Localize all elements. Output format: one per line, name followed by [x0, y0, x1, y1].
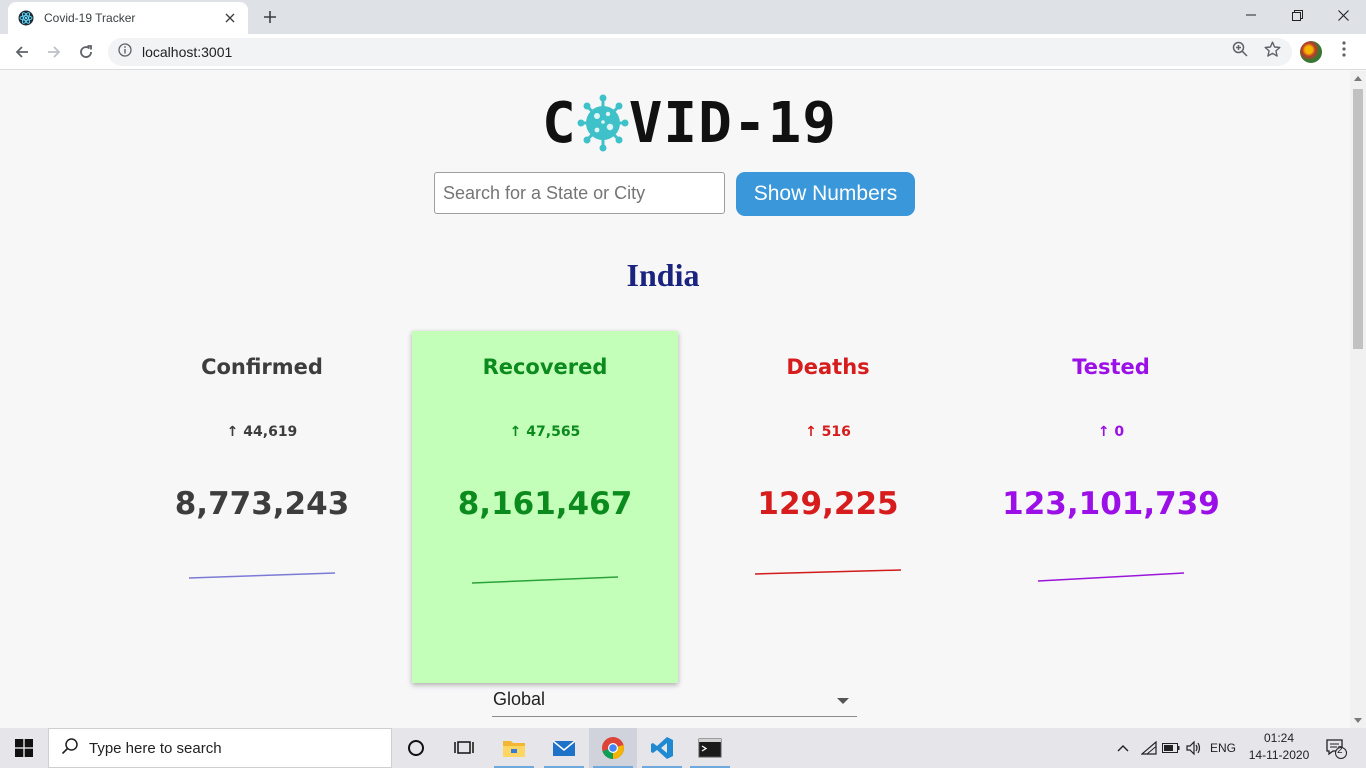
- stat-label: Recovered: [482, 355, 608, 379]
- reload-icon[interactable]: [72, 38, 100, 66]
- stat-label: Confirmed: [201, 355, 323, 379]
- taskbar-search[interactable]: Type here to search: [48, 728, 392, 768]
- vscode-icon[interactable]: [638, 728, 686, 768]
- tab-strip: Covid-19 Tracker: [0, 0, 1366, 34]
- restore-button[interactable]: [1274, 0, 1320, 30]
- stat-total: 123,101,739: [1002, 486, 1220, 522]
- trend-sparkline: [1037, 572, 1185, 582]
- language-indicator[interactable]: ENG: [1207, 728, 1239, 768]
- region-select[interactable]: Global: [492, 683, 857, 717]
- page-scrollbar[interactable]: [1350, 71, 1366, 728]
- stat-total: 129,225: [757, 486, 899, 522]
- back-icon[interactable]: [8, 38, 36, 66]
- forward-icon[interactable]: [40, 38, 68, 66]
- virus-icon: [577, 94, 629, 152]
- task-view-icon[interactable]: [440, 728, 488, 768]
- logo-text-left: C: [542, 90, 577, 156]
- region-select-value: Global: [493, 689, 546, 709]
- zoom-icon[interactable]: [1231, 40, 1249, 58]
- browser-tab[interactable]: Covid-19 Tracker: [8, 2, 248, 34]
- stat-card-recovered[interactable]: Recovered ↑ 47,565 8,161,467: [412, 331, 678, 683]
- profile-avatar[interactable]: [1300, 41, 1322, 63]
- trend-sparkline: [188, 572, 336, 579]
- stat-delta: ↑ 0: [1097, 424, 1125, 440]
- scrollbar-thumb[interactable]: [1353, 89, 1363, 349]
- menu-kebab-icon[interactable]: [1335, 40, 1353, 58]
- stat-total: 8,773,243: [174, 486, 350, 522]
- stat-delta: ↑ 47,565: [509, 424, 581, 440]
- address-bar[interactable]: localhost:3001: [108, 38, 1292, 66]
- taskbar-search-placeholder: Type here to search: [89, 739, 222, 757]
- terminal-icon[interactable]: [686, 728, 734, 768]
- search-icon: [61, 737, 79, 760]
- stat-delta: ↑ 516: [805, 424, 851, 440]
- notification-count: 2: [1337, 745, 1343, 756]
- cortana-icon[interactable]: [392, 728, 440, 768]
- file-explorer-icon[interactable]: [490, 728, 538, 768]
- tab-title: Covid-19 Tracker: [44, 11, 136, 25]
- close-window-button[interactable]: [1320, 0, 1366, 30]
- logo-text-right: VID-19: [628, 90, 838, 156]
- page-viewport: C VID-19 Show Numbers India: [0, 71, 1350, 728]
- system-clock[interactable]: 01:24 14-11-2020: [1244, 730, 1314, 764]
- taskbar: Type here to search ENG 01:24 14-11-2020…: [0, 728, 1366, 768]
- close-tab-icon[interactable]: [222, 10, 238, 26]
- stat-total: 8,161,467: [457, 486, 633, 522]
- search-input[interactable]: [434, 172, 725, 214]
- chevron-up-icon[interactable]: [1112, 728, 1134, 768]
- volume-icon[interactable]: [1183, 728, 1205, 768]
- wifi-icon[interactable]: [1138, 728, 1160, 768]
- clock-date: 14-11-2020: [1248, 748, 1310, 762]
- info-icon[interactable]: [118, 42, 132, 62]
- trend-sparkline: [471, 576, 619, 584]
- caret-down-icon: [837, 698, 849, 704]
- trend-sparkline: [754, 569, 902, 575]
- stat-label: Deaths: [786, 355, 870, 379]
- scroll-down-icon[interactable]: [1354, 718, 1362, 723]
- show-numbers-button[interactable]: Show Numbers: [736, 172, 915, 216]
- battery-icon[interactable]: [1160, 728, 1182, 768]
- scroll-up-icon[interactable]: [1354, 76, 1362, 81]
- new-tab-button[interactable]: [258, 6, 282, 28]
- clock-time: 01:24: [1263, 731, 1295, 745]
- windows-start-icon[interactable]: [0, 728, 48, 768]
- url-text: localhost:3001: [142, 44, 233, 60]
- stat-card-tested[interactable]: Tested ↑ 0 123,101,739: [978, 331, 1244, 683]
- browser-toolbar: localhost:3001: [0, 34, 1366, 70]
- region-title: India: [626, 257, 700, 293]
- mail-icon[interactable]: [540, 728, 588, 768]
- stat-card-confirmed[interactable]: Confirmed ↑ 44,619 8,773,243: [129, 331, 395, 683]
- stat-delta: ↑ 44,619: [226, 424, 298, 440]
- minimize-button[interactable]: [1228, 0, 1274, 30]
- stat-card-deaths[interactable]: Deaths ↑ 516 129,225: [695, 331, 961, 683]
- covid-logo: C VID-19: [542, 90, 838, 156]
- chrome-icon[interactable]: [589, 728, 637, 768]
- notification-icon[interactable]: 2: [1318, 728, 1354, 768]
- react-icon: [18, 10, 34, 26]
- stat-label: Tested: [1072, 355, 1150, 379]
- bookmark-star-icon[interactable]: [1263, 40, 1281, 58]
